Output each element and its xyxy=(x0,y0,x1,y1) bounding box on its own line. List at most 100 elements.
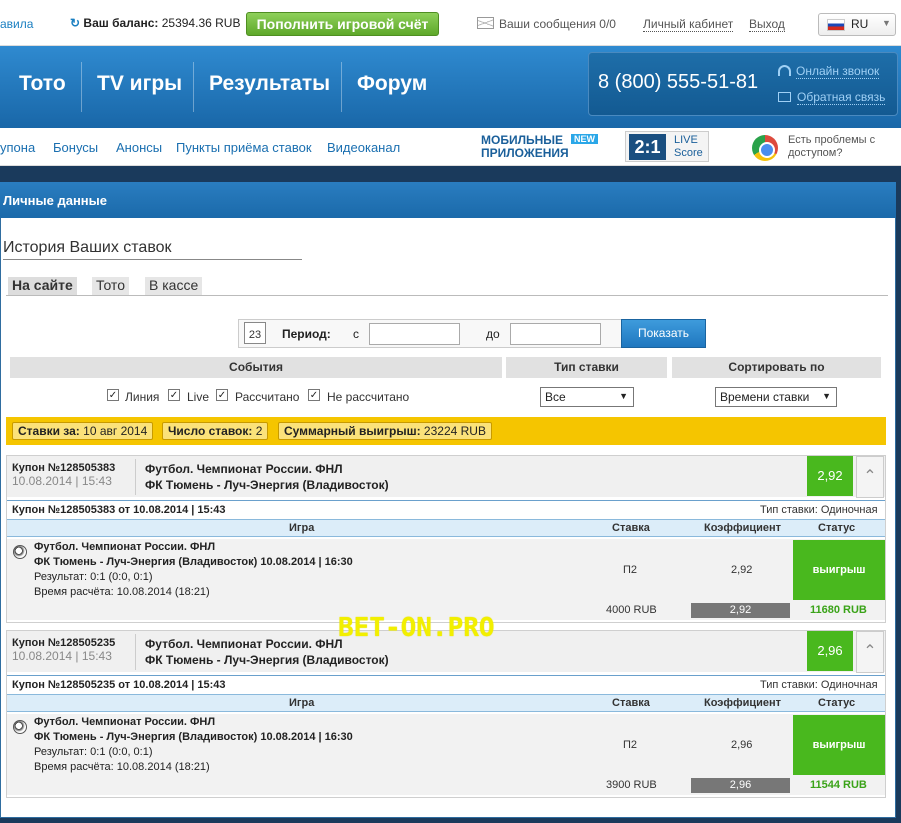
game-result: Результат: 0:1 (0:0, 0:1) xyxy=(34,746,153,758)
tab-divider xyxy=(6,295,888,296)
language-select[interactable]: RU ▼ xyxy=(818,13,896,36)
date-to-input[interactable] xyxy=(510,323,601,345)
col-status: Статус xyxy=(818,522,856,534)
cabinet-link[interactable]: Личный кабинет xyxy=(643,17,734,32)
coupon-odd: 2,92 xyxy=(807,456,853,496)
game-calc-time: Время расчёта: 10.08.2014 (18:21) xyxy=(34,586,210,598)
nav-item-tv-games[interactable]: TV игры xyxy=(97,72,182,96)
coupon-datetime: 10.08.2014 | 15:43 xyxy=(12,649,112,663)
mobile-apps-line2: ПРИЛОЖЕНИЯ xyxy=(481,146,569,160)
feedback-label: Обратная связь xyxy=(797,90,886,105)
summary-total-badge: Суммарный выигрыш: 23224 RUB xyxy=(278,422,492,440)
coupon-header[interactable] xyxy=(7,456,885,497)
checkbox-unsettled[interactable]: ✓ xyxy=(308,389,320,401)
summary-date-badge: Ставки за: 10 авг 2014 xyxy=(12,422,154,440)
access-problems-line1: Есть проблемы с xyxy=(788,134,876,146)
calendar-icon[interactable]: 23 xyxy=(244,322,266,344)
summary-total-label: Суммарный выигрыш: xyxy=(284,424,421,438)
coupon-total-coef: 2,96 xyxy=(691,778,790,793)
chevron-down-icon: ▼ xyxy=(822,391,831,401)
events-column-header: События xyxy=(10,357,502,378)
summary-date-label: Ставки за: xyxy=(18,424,80,438)
coupon-total-coef: 2,92 xyxy=(691,603,790,618)
tab-toto[interactable]: Тото xyxy=(92,277,129,295)
show-button[interactable]: Показать xyxy=(621,319,706,348)
balance-value: 25394.36 RUB xyxy=(161,16,241,30)
nav-item-results[interactable]: Результаты xyxy=(209,72,330,96)
coupon-number: Купон №128505235 xyxy=(12,637,116,649)
col-game: Игра xyxy=(289,522,315,534)
tab-on-site[interactable]: На сайте xyxy=(8,277,77,295)
date-from-input[interactable] xyxy=(369,323,460,345)
checkbox-line[interactable]: ✓ xyxy=(107,389,119,401)
games-table-header: Игра Ставка Коэффициент Статус xyxy=(7,694,885,712)
mobile-apps-link[interactable]: МОБИЛЬНЫЕ ПРИЛОЖЕНИЯ xyxy=(481,134,569,160)
checkbox-live-label: Live xyxy=(187,390,210,404)
coupon-bet-type: Тип ставки: Одиночная xyxy=(760,504,878,516)
subnav-item-points[interactable]: Пункты приёма ставок xyxy=(176,140,312,155)
coupon-event-line2: ФК Тюмень - Луч-Энергия (Владивосток) xyxy=(145,478,389,492)
envelope-icon xyxy=(477,17,494,29)
col-stake: Ставка xyxy=(612,697,650,709)
coupon-bet-type: Тип ставки: Одиночная xyxy=(760,679,878,691)
col-game: Игра xyxy=(289,697,315,709)
col-stake: Ставка xyxy=(612,522,650,534)
topup-button[interactable]: Пополнить игровой счёт xyxy=(246,12,439,36)
coupon-stake: 3900 RUB xyxy=(606,779,657,791)
new-badge: NEW xyxy=(571,134,598,144)
coupon-divider xyxy=(135,459,136,495)
messages-link[interactable]: Ваши сообщения 0/0 xyxy=(477,17,616,31)
col-coef: Коэффициент xyxy=(704,697,782,709)
coupon-stake: 4000 RUB xyxy=(606,604,657,616)
checkbox-settled[interactable]: ✓ xyxy=(216,389,228,401)
summary-count-label: Число ставок: xyxy=(168,424,253,438)
summary-count-badge: Число ставок: 2 xyxy=(162,422,269,440)
coupon-event-line1: Футбол. Чемпионат России. ФНЛ xyxy=(145,637,343,651)
refresh-icon[interactable]: ↻ xyxy=(70,16,80,30)
tab-cashier[interactable]: В кассе xyxy=(145,277,203,295)
status-badge: выигрыш xyxy=(793,715,885,775)
envelope-icon xyxy=(778,92,791,102)
game-details: Футбол. Чемпионат России. ФНЛ ФК Тюмень … xyxy=(34,540,353,600)
subnav-item-coupon[interactable]: упона xyxy=(0,140,35,155)
coupon-event-line1: Футбол. Чемпионат России. ФНЛ xyxy=(145,462,343,476)
nav-item-forum[interactable]: Форум xyxy=(357,72,427,96)
watermark: BET-ON.PRO xyxy=(338,613,495,643)
col-status: Статус xyxy=(818,697,856,709)
football-icon xyxy=(13,545,27,559)
sort-select[interactable]: Времени ставки ▼ xyxy=(715,387,837,407)
subnav-item-video[interactable]: Видеоканал xyxy=(327,140,400,155)
subnav-item-announcements[interactable]: Анонсы xyxy=(116,140,162,155)
collapse-chevron-up-icon[interactable]: ⌃ xyxy=(856,631,884,673)
coupon-win: 11544 RUB xyxy=(810,779,867,791)
chrome-icon xyxy=(752,135,778,161)
game-tournament: Футбол. Чемпионат России. ФНЛ xyxy=(34,541,216,553)
coupon-divider xyxy=(135,634,136,670)
nav-divider xyxy=(341,62,342,112)
feedback-link[interactable]: Обратная связь xyxy=(778,90,886,105)
to-label: до xyxy=(486,327,500,341)
coupon-datetime: 10.08.2014 | 15:43 xyxy=(12,474,112,488)
checkbox-live[interactable]: ✓ xyxy=(168,389,180,401)
col-coef: Коэффициент xyxy=(704,522,782,534)
coupon-event-line2: ФК Тюмень - Луч-Энергия (Владивосток) xyxy=(145,653,389,667)
nav-item-toto[interactable]: Тото xyxy=(19,72,66,96)
game-calc-time: Время расчёта: 10.08.2014 (18:21) xyxy=(34,761,210,773)
nav-divider xyxy=(81,62,82,112)
collapse-chevron-up-icon[interactable]: ⌃ xyxy=(856,456,884,498)
messages-label: Ваши сообщения 0/0 xyxy=(499,17,616,31)
bet-type-column-header: Тип ставки xyxy=(506,357,667,378)
balance-label: Ваш баланс: xyxy=(83,16,159,30)
online-call-link[interactable]: Онлайн звонок xyxy=(778,64,880,79)
games-table-header: Игра Ставка Коэффициент Статус xyxy=(7,519,885,537)
bet-type-select[interactable]: Все ▼ xyxy=(540,387,634,407)
summary-date-value: 10 авг 2014 xyxy=(83,424,148,438)
access-problems-link[interactable]: Есть проблемы с доступом? xyxy=(788,134,875,160)
language-label: RU xyxy=(851,17,869,31)
top-bar: авила ↻ Ваш баланс: 25394.36 RUB Пополни… xyxy=(0,0,901,46)
rules-link[interactable]: авила xyxy=(0,17,33,31)
exit-link[interactable]: Выход xyxy=(749,17,785,32)
subnav-item-bonuses[interactable]: Бонусы xyxy=(53,140,98,155)
football-icon xyxy=(13,720,27,734)
coupon-subheader-title: Купон №128505235 от 10.08.2014 | 15:43 xyxy=(12,679,226,691)
